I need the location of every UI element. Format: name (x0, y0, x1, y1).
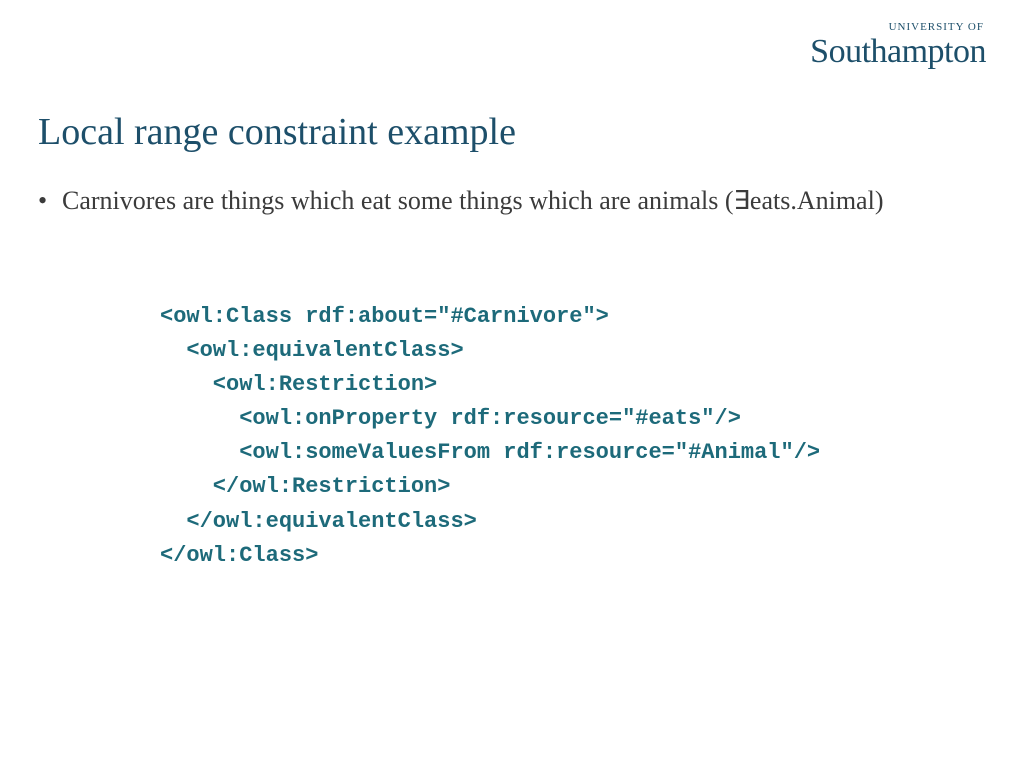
code-block: <owl:Class rdf:about="#Carnivore"> <owl:… (160, 300, 820, 573)
logo-wordmark: Southampton (810, 35, 986, 69)
code-line: <owl:onProperty rdf:resource="#eats"/> (160, 406, 741, 431)
code-line: </owl:Class> (160, 543, 318, 568)
code-line: <owl:equivalentClass> (160, 338, 464, 363)
slide: UNIVERSITY OF Southampton Local range co… (0, 0, 1024, 768)
code-line: <owl:someValuesFrom rdf:resource="#Anima… (160, 440, 820, 465)
bullet-marker: • (38, 182, 62, 220)
slide-body: • Carnivores are things which eat some t… (38, 182, 986, 220)
bullet-text: Carnivores are things which eat some thi… (62, 182, 986, 220)
logo-supertitle: UNIVERSITY OF (810, 22, 984, 33)
university-logo: UNIVERSITY OF Southampton (810, 22, 986, 69)
code-line: <owl:Restriction> (160, 372, 437, 397)
slide-title: Local range constraint example (38, 110, 516, 154)
code-line: </owl:Restriction> (160, 474, 450, 499)
code-line: <owl:Class rdf:about="#Carnivore"> (160, 304, 609, 329)
bullet-item: • Carnivores are things which eat some t… (38, 182, 986, 220)
code-line: </owl:equivalentClass> (160, 509, 477, 534)
